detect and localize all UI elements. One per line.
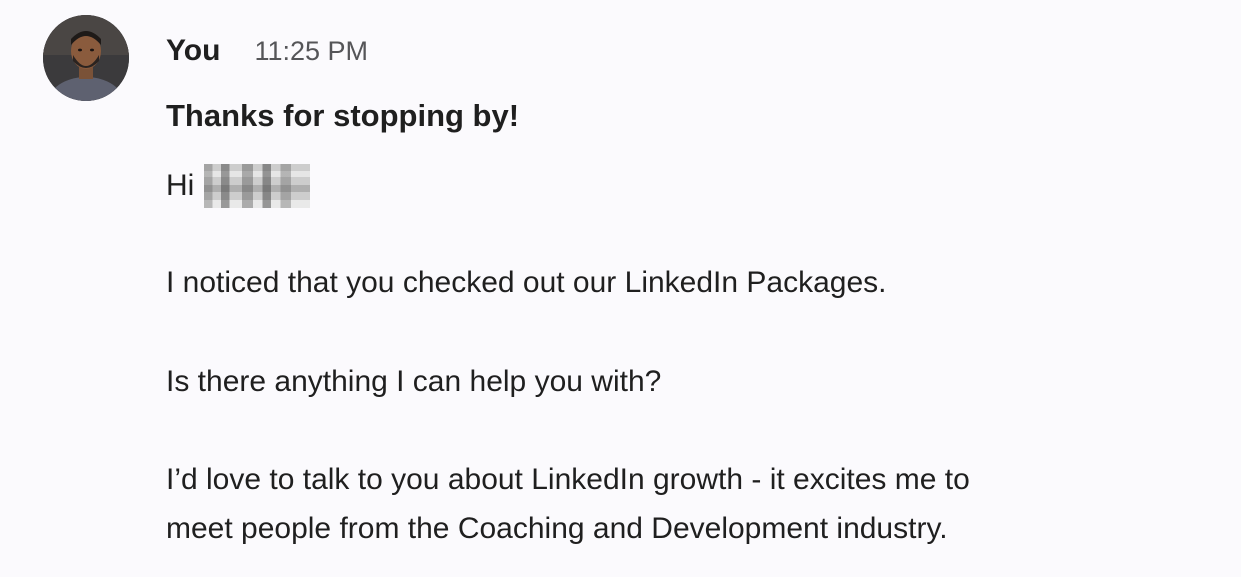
avatar-photo-icon bbox=[43, 15, 129, 101]
message-timestamp: 11:25 PM bbox=[254, 36, 369, 66]
message-paragraph-line: meet people from the Coaching and Develo… bbox=[166, 512, 948, 545]
message-header: You 11:25 PM bbox=[166, 34, 368, 74]
message-item: You 11:25 PM Thanks for stopping by! Hi … bbox=[0, 0, 1241, 577]
message-content: Thanks for stopping by! Hi I noticed tha… bbox=[166, 94, 1206, 545]
greeting-line: Hi bbox=[166, 161, 311, 210]
greeting-text: Hi bbox=[166, 169, 195, 202]
message-paragraph-line: I’d love to talk to you about LinkedIn g… bbox=[166, 463, 970, 496]
message-paragraph: I’d love to talk to you about LinkedIn g… bbox=[166, 455, 970, 553]
redacted-name-icon bbox=[204, 163, 311, 208]
message-paragraph: I noticed that you checked out our Linke… bbox=[166, 266, 887, 299]
message-subject: Thanks for stopping by! bbox=[166, 98, 520, 133]
sender-name[interactable]: You bbox=[166, 34, 220, 68]
avatar[interactable] bbox=[43, 15, 129, 101]
message-paragraph: Is there anything I can help you with? bbox=[166, 365, 662, 398]
